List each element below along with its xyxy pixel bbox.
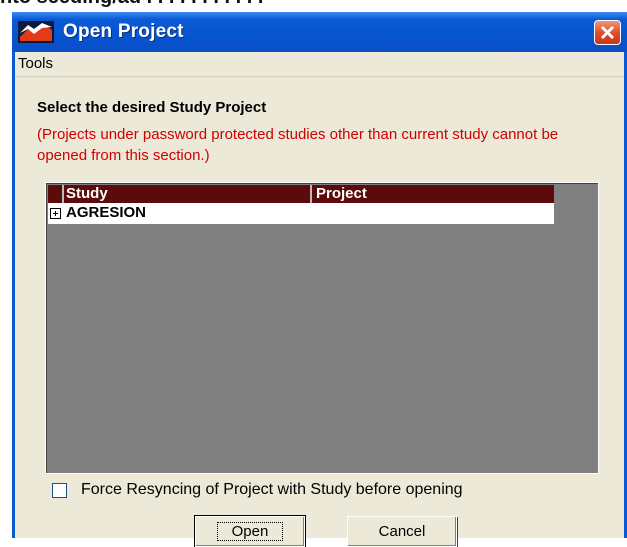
dialog-heading: Select the desired Study Project	[37, 99, 267, 116]
force-resync-checkbox[interactable]	[52, 483, 67, 498]
row-study-name[interactable]: AGRESION	[66, 204, 146, 221]
open-button-label: Open	[216, 522, 284, 541]
app-logo-icon	[18, 21, 54, 43]
menu-bar: Tools	[15, 52, 624, 77]
column-header-study[interactable]: Study	[64, 185, 312, 203]
close-icon	[600, 25, 615, 40]
password-warning-text: (Projects under password protected studi…	[37, 126, 559, 164]
header-spacer	[48, 185, 64, 203]
open-button[interactable]: Open	[194, 515, 306, 547]
cancel-button[interactable]: Cancel	[347, 516, 457, 547]
study-project-list[interactable]: Study Project AGRESION	[45, 182, 599, 474]
list-header: Study Project	[48, 185, 554, 203]
column-header-project[interactable]: Project	[314, 185, 554, 203]
table-row[interactable]: AGRESION	[48, 203, 554, 224]
background-window-text: nto seeding/ad . . . . . . . . . . .	[0, 0, 627, 9]
menu-tools[interactable]: Tools	[15, 55, 56, 72]
title-bar[interactable]: Open Project	[12, 12, 627, 52]
dialog-client-area: Tools Select the desired Study Project (…	[15, 52, 624, 547]
window-title: Open Project	[63, 21, 184, 42]
force-resync-label[interactable]: Force Resyncing of Project with Study be…	[81, 481, 463, 499]
close-button[interactable]	[594, 20, 621, 45]
open-project-dialog: Open Project Tools Select the desired St…	[12, 12, 627, 547]
plus-expand-icon[interactable]	[50, 208, 61, 219]
